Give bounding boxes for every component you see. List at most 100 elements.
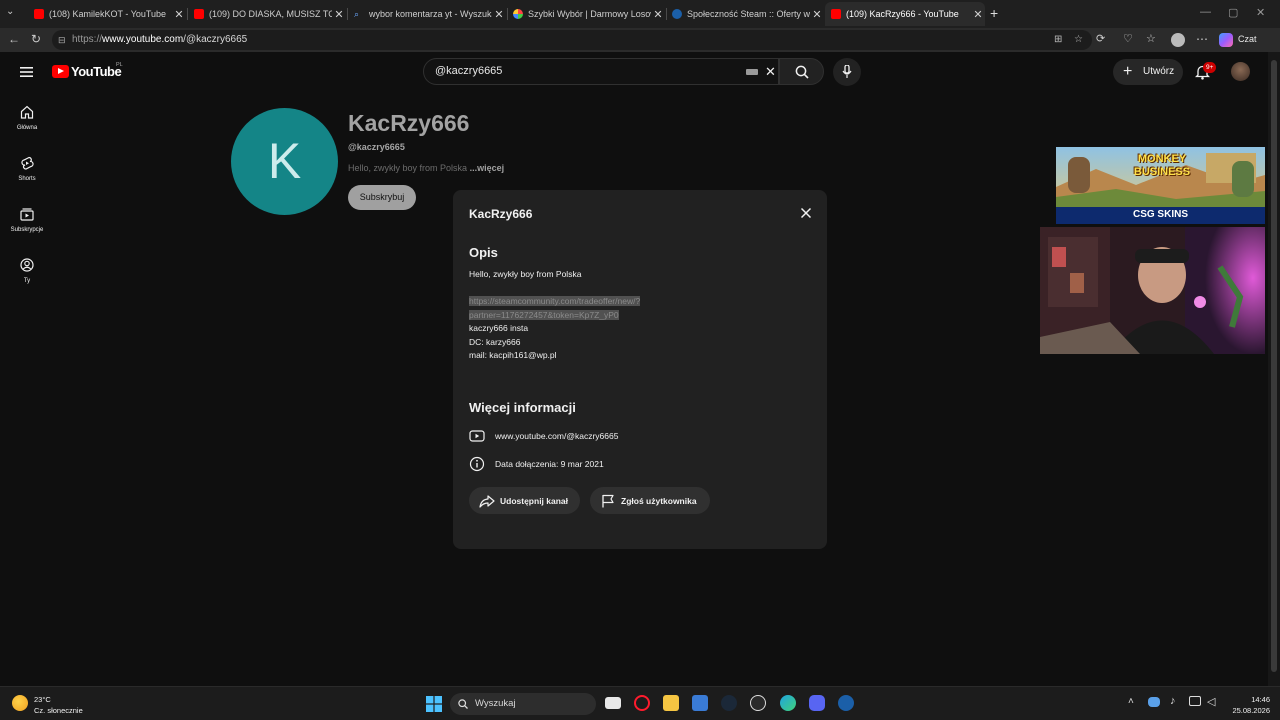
- joined-date-row: Data dołączenia: 9 mar 2021: [469, 456, 604, 472]
- wheel-icon: [513, 9, 523, 19]
- steam-icon[interactable]: [721, 695, 737, 711]
- subscribe-button[interactable]: Subskrybuj: [348, 185, 416, 210]
- browser-essentials-icon[interactable]: ♡: [1123, 32, 1133, 45]
- youtube-logo-text[interactable]: YouTube: [71, 64, 122, 79]
- clear-search-icon[interactable]: ✕: [765, 59, 776, 84]
- weather-widget[interactable]: 23°C Cz. słonecznie: [34, 694, 83, 716]
- site-info-icon[interactable]: ⊟: [58, 30, 66, 50]
- steam-trade-link[interactable]: https://steamcommunity.com/tradeoffer/ne…: [469, 296, 641, 306]
- flag-icon: [602, 494, 614, 507]
- restore-icon[interactable]: ▢: [1228, 6, 1238, 19]
- minimize-icon[interactable]: —: [1200, 6, 1211, 18]
- chat-label[interactable]: Czat: [1238, 34, 1257, 44]
- more-menu-icon[interactable]: ⋯: [1196, 32, 1208, 46]
- clock-date: 25.08.2026: [1232, 706, 1270, 715]
- share-channel-button[interactable]: Udostępnij kanał: [469, 487, 580, 514]
- keyboard-icon[interactable]: [746, 69, 758, 75]
- channel-url-text: www.youtube.com/@kaczry6665: [495, 431, 619, 441]
- tab-title: Społeczność Steam :: Oferty wymia: [687, 9, 810, 19]
- tab-close-icon[interactable]: ✕: [332, 8, 346, 21]
- opera-gx-icon[interactable]: [634, 695, 650, 711]
- weather-sun-icon[interactable]: [12, 695, 28, 711]
- search-button[interactable]: [779, 58, 824, 85]
- weather-condition: Cz. słonecznie: [34, 706, 83, 715]
- favorites-icon[interactable]: ☆: [1146, 32, 1156, 45]
- tab-title: (109) KacRzy666 - YouTube: [846, 9, 959, 19]
- copilot-icon[interactable]: [1219, 33, 1233, 47]
- address-bar[interactable]: ⊟ https://www.youtube.com/@kaczry6665 ⊞ …: [52, 30, 1092, 50]
- report-label: Zgłoś użytkownika: [621, 495, 697, 506]
- account-avatar[interactable]: [1231, 62, 1250, 81]
- windows-start-icon[interactable]: [426, 696, 442, 712]
- create-button[interactable]: + Utwórz: [1113, 59, 1183, 85]
- guide-label: Shorts: [18, 176, 36, 182]
- tab-close-icon[interactable]: ✕: [651, 8, 665, 21]
- info-icon: [469, 456, 485, 472]
- youtube-icon: [194, 9, 204, 19]
- back-arrow-icon[interactable]: ←: [8, 32, 20, 46]
- steam-icon[interactable]: [838, 695, 854, 711]
- task-view-icon[interactable]: [605, 697, 621, 709]
- tab-title: wybor komentarza yt - Wyszukaj: [369, 9, 492, 19]
- browser-tab-4[interactable]: Szybki Wybór | Darmowy Losowy W ✕: [507, 2, 665, 26]
- taskbar-search[interactable]: Wyszukaj: [450, 693, 596, 715]
- microphone-icon[interactable]: ♪: [1170, 695, 1176, 707]
- edge-icon[interactable]: [780, 695, 796, 711]
- report-user-button[interactable]: Zgłoś użytkownika: [590, 487, 710, 514]
- browser-tab-5[interactable]: Społeczność Steam :: Oferty wymia ✕: [666, 2, 824, 26]
- browser-tab-6-active[interactable]: (109) KacRzy666 - YouTube ✕: [825, 2, 985, 26]
- window-close-icon[interactable]: ✕: [1256, 6, 1265, 19]
- guide-item-shorts[interactable]: Shorts: [0, 156, 54, 182]
- channel-description-preview[interactable]: Hello, zwykły boy from Polska ...więcej: [348, 163, 504, 173]
- search-icon: [795, 65, 809, 79]
- subscriptions-icon: [20, 208, 34, 221]
- tab-close-icon[interactable]: ✕: [971, 8, 985, 21]
- tab-title: Szybki Wybór | Darmowy Losowy W: [528, 9, 651, 19]
- obs-icon[interactable]: [750, 695, 766, 711]
- steam-trade-link-continued[interactable]: partner=1176272457&token=Kp7Z_yP0: [469, 310, 619, 320]
- steam-icon: [672, 9, 682, 19]
- search-input[interactable]: @kaczry6665 ✕: [423, 58, 779, 85]
- plus-icon: +: [1123, 63, 1133, 80]
- voice-search-button[interactable]: [833, 58, 861, 86]
- taskbar-clock[interactable]: 14:46 25.08.2026: [1222, 694, 1270, 716]
- onedrive-icon[interactable]: [1148, 697, 1160, 707]
- new-tab-icon[interactable]: +: [990, 5, 998, 21]
- discord-icon[interactable]: [809, 695, 825, 711]
- youtube-logo-icon[interactable]: [52, 65, 69, 78]
- profile-avatar[interactable]: [1171, 33, 1185, 47]
- tab-close-icon[interactable]: ✕: [492, 8, 506, 21]
- description-preview-text: Hello, zwykły boy from Polska: [348, 163, 468, 173]
- hamburger-menu-icon[interactable]: [20, 66, 34, 78]
- extensions-icon[interactable]: ⟳: [1096, 32, 1105, 45]
- dialog-close-icon[interactable]: [800, 207, 812, 219]
- clock-time: 14:46: [1251, 695, 1270, 704]
- guide-label: Subskrypcje: [10, 227, 44, 233]
- volume-icon[interactable]: ◁: [1207, 695, 1215, 708]
- reload-icon[interactable]: ↻: [31, 32, 41, 46]
- tab-close-icon[interactable]: ✕: [172, 8, 186, 21]
- browser-tab-2[interactable]: (109) DO DIASKA, MUSISZ TO ZOB ✕: [188, 2, 346, 26]
- more-link[interactable]: ...więcej: [470, 163, 505, 173]
- description-line: DC: karzy666: [469, 337, 521, 347]
- guide-item-you[interactable]: Ty: [0, 258, 54, 284]
- guide-item-subscriptions[interactable]: Subskrypcje: [0, 207, 54, 233]
- tab-list-chevron-icon[interactable]: ⌄: [6, 6, 14, 17]
- channel-avatar[interactable]: K: [231, 108, 338, 215]
- browser-tab-3[interactable]: ⌕ wybor komentarza yt - Wyszukaj ✕: [348, 2, 506, 26]
- network-icon[interactable]: [1189, 696, 1201, 706]
- microsoft-store-icon[interactable]: [692, 695, 708, 711]
- file-explorer-icon[interactable]: [663, 695, 679, 711]
- app-install-icon[interactable]: ⊞: [1054, 30, 1062, 50]
- tab-close-icon[interactable]: ✕: [810, 8, 824, 21]
- scrollbar-thumb[interactable]: [1271, 60, 1277, 672]
- description-line: Hello, zwykły boy from Polska: [469, 269, 582, 279]
- channel-url-row[interactable]: www.youtube.com/@kaczry6665: [469, 430, 618, 442]
- selected-link-text: https://steamcommunity.com/tradeoffer/ne…: [469, 296, 641, 306]
- tray-chevron-up-icon[interactable]: ˄: [1128, 696, 1134, 707]
- page-scrollbar[interactable]: [1268, 52, 1280, 686]
- channel-about-dialog: KacRzy666 Opis Hello, zwykły boy from Po…: [453, 190, 827, 549]
- guide-item-home[interactable]: Główna: [0, 105, 54, 131]
- browser-tab-1[interactable]: (108) KamilekKOT - YouTube ✕: [28, 2, 186, 26]
- favorite-star-icon[interactable]: ☆: [1074, 30, 1083, 50]
